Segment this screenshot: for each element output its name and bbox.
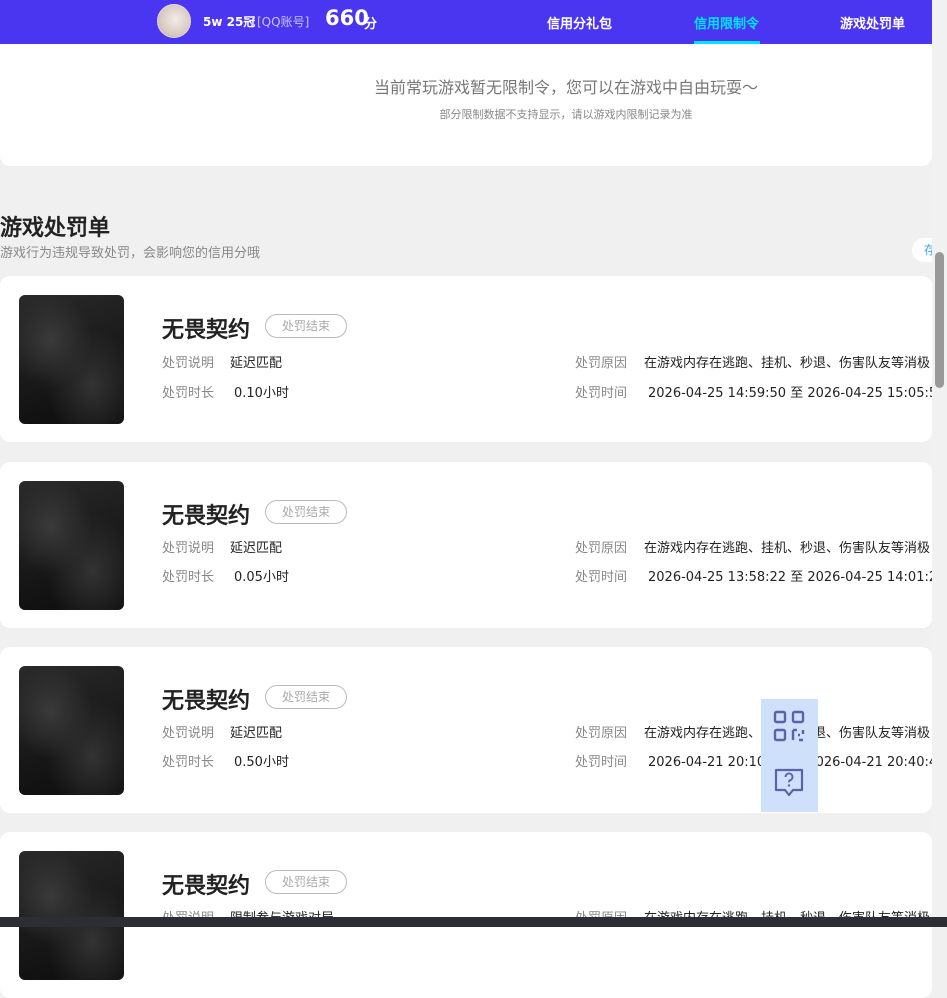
credit-score-unit: 分	[364, 17, 378, 32]
time-label: 处罚时间	[575, 570, 628, 585]
duration-label: 处罚时长	[162, 755, 215, 770]
reason-label: 处罚原因	[575, 726, 628, 741]
reason-label: 处罚原因	[575, 541, 628, 556]
duration-value: 0.05小时	[234, 570, 289, 585]
game-thumbnail	[19, 481, 124, 610]
scrollbar-track[interactable]	[932, 0, 947, 917]
reason-label: 处罚原因	[575, 356, 628, 371]
floating-tools-panel	[761, 699, 818, 812]
status-badge: 处罚结束	[265, 314, 347, 338]
nav-penalty-list[interactable]: 游戏处罚单	[840, 13, 905, 32]
status-badge: 处罚结束	[265, 870, 347, 894]
time-label: 处罚时间	[575, 755, 628, 770]
account-type: [QQ账号]	[257, 15, 310, 29]
nav-credit-restriction[interactable]: 信用限制令	[694, 13, 759, 32]
avatar[interactable]	[157, 4, 191, 38]
desc-value: 延迟匹配	[230, 726, 283, 741]
desc-label: 处罚说明	[162, 541, 215, 556]
game-thumbnail	[19, 851, 124, 980]
duration-value: 0.50小时	[234, 755, 289, 770]
game-thumbnail	[19, 295, 124, 424]
game-title: 无畏契约	[162, 689, 251, 714]
reason-value: 在游戏内存在逃跑、挂机、秒退、伤害队友等消极	[644, 356, 931, 371]
penalty-card[interactable]: 无畏契约 处罚结束 处罚说明 延迟匹配 处罚时长 0.10小时 处罚原因 在游戏…	[0, 276, 932, 442]
duration-value: 0.10小时	[234, 386, 289, 401]
restriction-card: 当前常玩游戏暂无限制令，您可以在游戏中自由玩耍～ 部分限制数据不支持显示，请以游…	[0, 44, 932, 166]
qr-code-icon[interactable]	[772, 709, 806, 743]
desc-value: 延迟匹配	[230, 356, 283, 371]
duration-label: 处罚时长	[162, 386, 215, 401]
time-value: 2026-04-25 13:58:22 至 2026-04-25 14:01:2…	[648, 570, 932, 585]
penalty-card[interactable]: 无畏契约 处罚结束 处罚说明 限制参与游戏对局 处罚原因 在游戏内存在逃跑、挂机…	[0, 832, 932, 998]
restriction-message: 当前常玩游戏暂无限制令，您可以在游戏中自由玩耍～	[373, 78, 758, 97]
status-badge: 处罚结束	[265, 500, 347, 524]
time-label: 处罚时间	[575, 386, 628, 401]
help-chat-icon[interactable]	[772, 767, 806, 799]
section-title: 游戏处罚单	[0, 216, 111, 241]
penalty-card[interactable]: 无畏契约 处罚结束 处罚说明 延迟匹配 处罚时长 0.05小时 处罚原因 在游戏…	[0, 462, 932, 628]
restriction-note: 部分限制数据不支持显示，请以游戏内限制记录为准	[439, 108, 693, 121]
game-title: 无畏契约	[162, 318, 251, 343]
credit-score: 660	[325, 6, 369, 30]
game-thumbnail	[19, 666, 124, 795]
desc-label: 处罚说明	[162, 726, 215, 741]
bottom-bar	[0, 917, 947, 927]
status-badge: 处罚结束	[265, 685, 347, 709]
time-value: 2026-04-25 14:59:50 至 2026-04-25 15:05:5…	[648, 386, 932, 401]
desc-label: 处罚说明	[162, 356, 215, 371]
user-nickname: 5w 25冠	[203, 15, 256, 29]
top-navigation-bar: 5w 25冠 [QQ账号] 660 分 信用分礼包 信用限制令 游戏处罚单	[0, 0, 932, 44]
game-title: 无畏契约	[162, 504, 251, 529]
section-subtitle: 游戏行为违规导致处罚，会影响您的信用分哦	[0, 246, 261, 261]
desc-value: 延迟匹配	[230, 541, 283, 556]
duration-label: 处罚时长	[162, 570, 215, 585]
scrollbar-thumb[interactable]	[935, 252, 944, 388]
nav-credit-gift[interactable]: 信用分礼包	[547, 13, 612, 32]
reason-value: 在游戏内存在逃跑、挂机、秒退、伤害队友等消极	[644, 541, 931, 556]
game-title: 无畏契约	[162, 874, 251, 899]
